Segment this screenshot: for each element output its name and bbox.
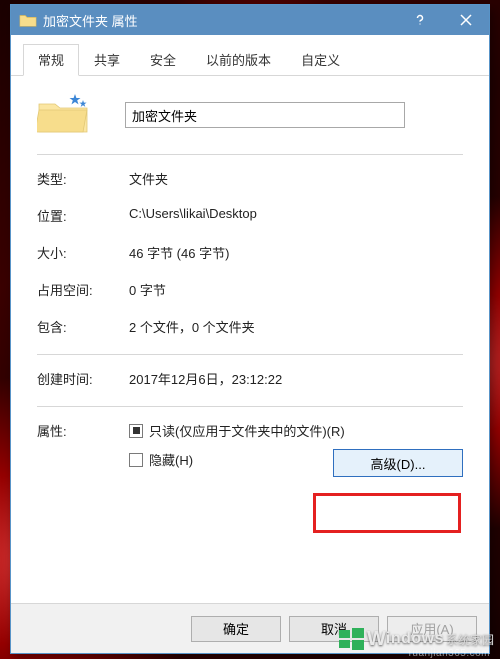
value-created: 2017年12月6日，23:12:22 [129,369,463,388]
label-size-on-disk: 占用空间: [37,280,129,299]
label-contains: 包含: [37,317,129,336]
watermark-brand: indows [386,630,444,648]
label-size: 大小: [37,243,129,262]
label-type: 类型: [37,169,129,188]
tab-security[interactable]: 安全 [135,44,191,76]
value-size: 46 字节 (46 字节) [129,243,463,262]
label-location: 位置: [37,206,129,225]
checkbox-readonly[interactable] [129,424,143,438]
divider [37,406,463,407]
checkbox-hidden[interactable] [129,453,143,467]
tab-customize[interactable]: 自定义 [286,44,355,76]
watermark-site: ruanjian365.com [409,648,490,659]
advanced-button[interactable]: 高级(D)... [333,449,463,477]
windows-logo-icon [339,627,365,651]
tab-previous-versions[interactable]: 以前的版本 [191,44,286,76]
divider [37,354,463,355]
label-hidden: 隐藏(H) [149,450,193,469]
label-attributes: 属性: [37,421,129,440]
properties-dialog: 加密文件夹 属性 常规 共享 安全 以前的版本 自定义 [10,4,490,654]
tab-general[interactable]: 常规 [23,44,79,76]
callout-highlight [313,493,461,533]
value-type: 文件夹 [129,169,463,188]
value-location: C:\Users\likai\Desktop [129,206,463,225]
folder-name-input[interactable] [125,102,405,128]
value-size-on-disk: 0 字节 [129,280,463,299]
help-button[interactable] [397,5,443,35]
label-created: 创建时间: [37,369,129,388]
tabstrip: 常规 共享 安全 以前的版本 自定义 [11,35,489,76]
label-readonly: 只读(仅应用于文件夹中的文件)(R) [149,421,345,440]
titlebar: 加密文件夹 属性 [11,5,489,35]
titlebar-title: 加密文件夹 属性 [43,11,397,30]
close-button[interactable] [443,5,489,35]
folder-icon [19,11,37,29]
folder-icon-large [37,94,89,136]
divider [37,154,463,155]
value-contains: 2 个文件，0 个文件夹 [129,317,463,336]
ok-button[interactable]: 确定 [191,616,281,642]
tab-sharing[interactable]: 共享 [79,44,135,76]
tab-content-general: 类型: 文件夹 位置: C:\Users\likai\Desktop 大小: 4… [11,76,489,603]
watermark-suffix: 系统家园 [446,631,494,648]
